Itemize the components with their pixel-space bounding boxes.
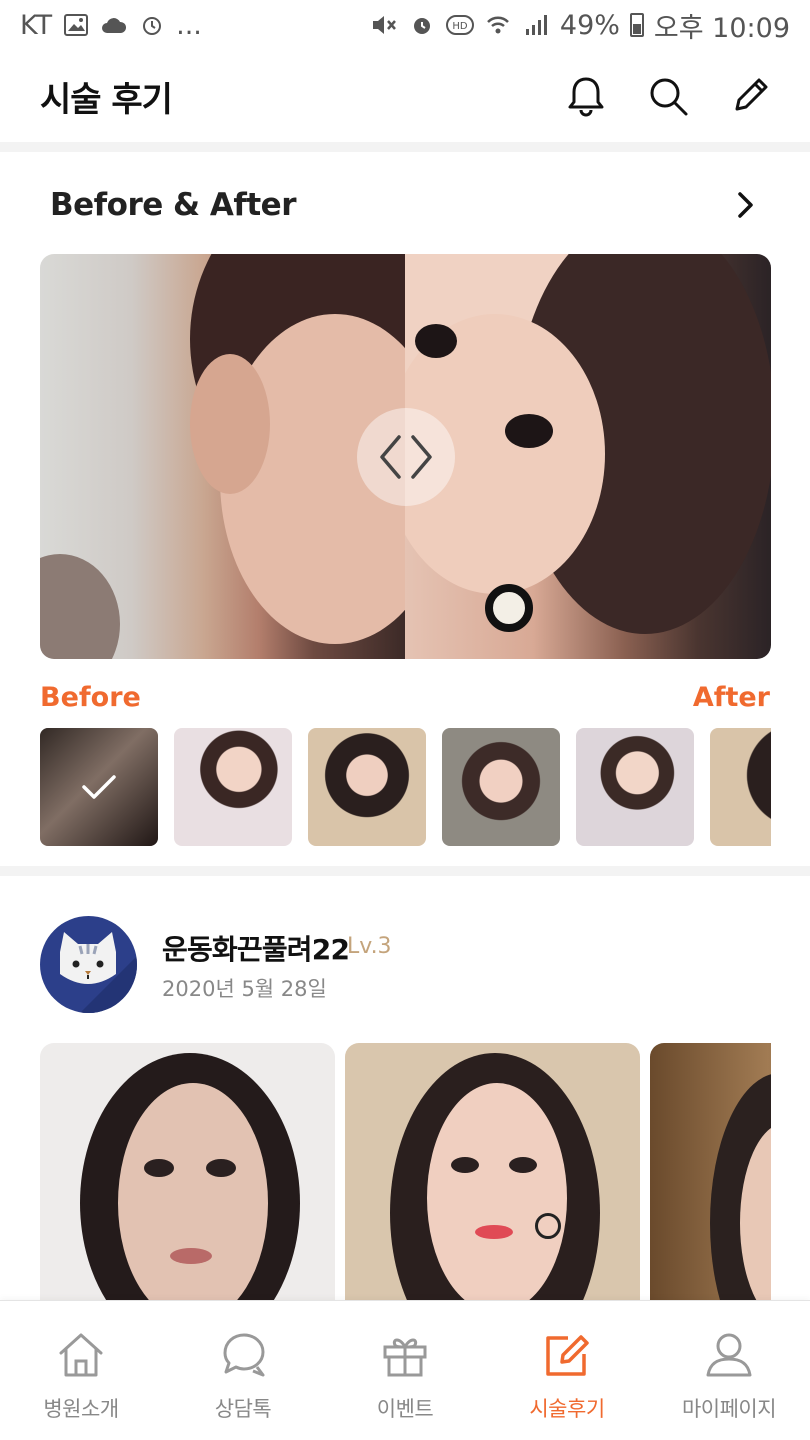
thumbnail-strip xyxy=(40,728,771,846)
user-icon xyxy=(703,1329,755,1381)
thumbnail[interactable] xyxy=(40,728,158,846)
cat-avatar-icon xyxy=(60,932,137,1013)
review-photo[interactable] xyxy=(345,1043,640,1300)
section-divider xyxy=(0,142,810,152)
edit-icon xyxy=(541,1329,593,1381)
after-photo xyxy=(405,254,771,659)
clock: 오후 10:09 xyxy=(653,12,790,44)
user-level-badge: Lv.3 xyxy=(347,934,392,959)
header-actions xyxy=(564,74,772,118)
pencil-icon xyxy=(735,78,768,111)
thumbnail[interactable] xyxy=(442,728,560,846)
review-photo[interactable] xyxy=(650,1043,771,1300)
battery-icon xyxy=(629,13,644,37)
comparison-slider-handle[interactable] xyxy=(357,408,455,506)
bottom-nav: 병원소개 상담톡 이벤트 시술후기 마이페이지 xyxy=(0,1300,810,1440)
nav-label: 마이페이지 xyxy=(681,1397,777,1421)
before-label: Before xyxy=(40,682,141,713)
nav-label: 상담톡 xyxy=(214,1397,272,1421)
nav-item-reviews[interactable]: 시술후기 xyxy=(492,1329,642,1423)
chevron-left-right-icon xyxy=(380,435,432,479)
nav-item-consult-talk[interactable]: 상담톡 xyxy=(168,1329,318,1423)
nav-label: 병원소개 xyxy=(43,1397,119,1421)
selected-overlay xyxy=(40,728,158,846)
before-after-comparison[interactable] xyxy=(40,254,771,659)
mute-icon xyxy=(370,11,398,39)
status-right: HD 49% 오후 10:09 xyxy=(370,6,790,45)
svg-text:HD: HD xyxy=(452,21,468,32)
before-photo xyxy=(40,254,405,659)
thumbnail[interactable] xyxy=(174,728,292,846)
after-label: After xyxy=(692,682,770,713)
before-after-title: Before & After xyxy=(50,187,296,223)
before-after-header[interactable]: Before & After xyxy=(0,160,810,250)
search-icon xyxy=(650,78,688,116)
alarm-icon xyxy=(138,11,166,39)
battery-percent: 49% xyxy=(559,9,620,41)
page-title: 시술 후기 xyxy=(40,79,173,120)
avatar[interactable] xyxy=(40,916,137,1013)
bell-icon xyxy=(568,77,604,117)
nav-item-my-page[interactable]: 마이페이지 xyxy=(654,1329,804,1423)
hd-icon: HD xyxy=(445,11,474,39)
thumbnail[interactable] xyxy=(576,728,694,846)
app-header: 시술 후기 xyxy=(0,50,810,142)
alarm-icon xyxy=(408,11,436,39)
chevron-right-icon xyxy=(738,192,753,218)
cloud-icon xyxy=(100,11,128,39)
nav-label: 이벤트 xyxy=(376,1397,434,1421)
status-left: KT ... xyxy=(20,10,202,41)
username[interactable]: 운동화끈풀려22 xyxy=(162,928,350,968)
section-divider xyxy=(0,866,810,876)
overflow-indicator: ... xyxy=(176,9,202,41)
before-after-more-button[interactable] xyxy=(726,185,766,225)
thumbnail[interactable] xyxy=(710,728,771,846)
gift-icon xyxy=(379,1329,431,1381)
signal-icon xyxy=(522,11,550,39)
review-photo[interactable] xyxy=(40,1043,335,1300)
nav-item-hospital-info[interactable]: 병원소개 xyxy=(6,1329,156,1423)
notifications-button[interactable] xyxy=(564,74,608,118)
nav-label: 시술후기 xyxy=(529,1397,605,1421)
review-photos xyxy=(40,1043,771,1300)
status-bar: KT ... HD 49% 오후 10:09 xyxy=(0,0,810,50)
thumbnail[interactable] xyxy=(308,728,426,846)
check-icon xyxy=(82,775,116,799)
chat-icon xyxy=(217,1329,269,1381)
post-date: 2020년 5월 28일 xyxy=(162,977,327,1001)
write-button[interactable] xyxy=(728,74,772,118)
home-icon xyxy=(55,1329,107,1381)
carrier-label: KT xyxy=(20,9,53,41)
search-button[interactable] xyxy=(646,74,690,118)
nav-item-events[interactable]: 이벤트 xyxy=(330,1329,480,1423)
wifi-icon xyxy=(484,11,512,39)
image-icon xyxy=(62,11,90,39)
